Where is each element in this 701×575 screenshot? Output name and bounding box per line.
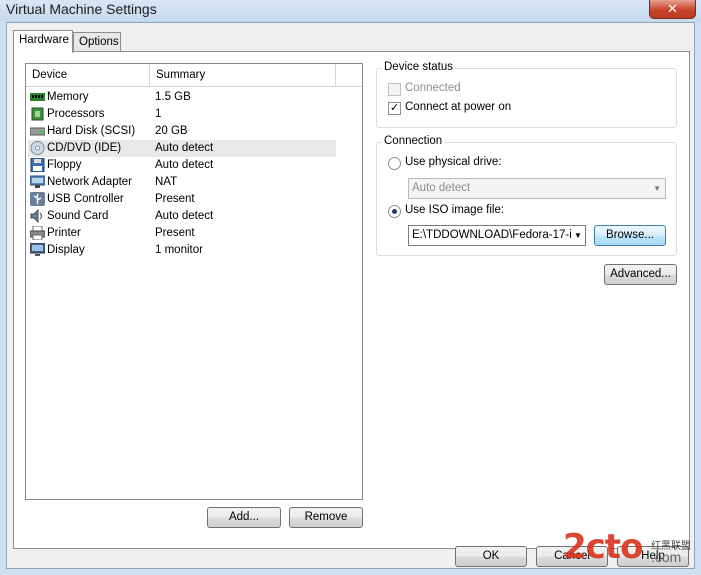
add-button-label: Add... [228,511,260,523]
device-summary: 20 GB [155,125,188,137]
use-iso-image-label: Use ISO image file: [405,204,505,216]
tab-hardware-label: Hardware [19,34,69,46]
processor-icon [31,107,44,121]
connection-legend: Connection [382,135,445,147]
advanced-button-label: Advanced... [610,268,671,280]
device-row-usb-controller[interactable]: USB Controller Present [28,191,336,208]
device-status-group: Device status Connected ✓ Connect at pow… [376,61,677,128]
device-summary: Present [155,193,195,205]
device-name: Printer [47,227,81,239]
dropdown-arrow-icon: ▼ [653,184,661,193]
watermark-brand: 2cto [563,527,643,567]
device-row-memory[interactable]: Memory 1.5 GB [28,89,336,106]
physical-drive-value: Auto detect [412,182,471,194]
tab-hardware[interactable]: Hardware [13,30,73,53]
floppy-icon [30,158,45,172]
device-name: Floppy [47,159,82,171]
browse-button-label: Browse... [606,229,654,241]
remove-button[interactable]: Remove [289,507,363,528]
use-physical-drive-radio[interactable] [388,157,401,170]
network-adapter-icon [30,175,45,188]
display-icon [30,243,45,256]
device-name: Network Adapter [47,176,133,188]
connected-checkbox[interactable] [388,83,401,96]
device-summary: Auto detect [155,210,214,222]
cd-dvd-icon [30,141,45,155]
use-physical-drive-label: Use physical drive: [405,156,502,168]
device-list[interactable]: Device Summary Memory 1.5 GB Processors … [25,63,363,500]
device-row-printer[interactable]: Printer Present [28,225,336,242]
device-list-header: Device Summary [26,64,362,87]
dropdown-arrow-icon[interactable]: ▼ [571,226,585,245]
browse-button[interactable]: Browse... [594,225,666,246]
device-summary: Present [155,227,195,239]
close-button[interactable]: ✕ [649,0,696,19]
iso-path-combo[interactable]: E:\TDDOWNLOAD\Fedora-17-i686 ▼ [408,225,586,246]
column-header-summary-label: Summary [156,69,206,81]
remove-button-label: Remove [304,511,348,523]
window-title: Virtual Machine Settings [6,1,157,17]
title-bar: Virtual Machine Settings ✕ [0,0,701,22]
device-row-display[interactable]: Display 1 monitor [28,242,336,259]
tab-options-label: Options [79,36,119,48]
device-row-floppy[interactable]: Floppy Auto detect [28,157,336,174]
ok-button[interactable]: OK [455,546,527,567]
device-summary: Auto detect [155,159,214,171]
device-name: Memory [47,91,89,103]
advanced-button[interactable]: Advanced... [604,264,677,285]
device-summary: 1.5 GB [155,91,191,103]
device-row-cd-dvd[interactable]: CD/DVD (IDE) Auto detect [28,140,336,157]
device-name: Sound Card [47,210,109,222]
connected-label: Connected [405,82,461,94]
device-name: Display [47,244,85,256]
column-header-summary[interactable]: Summary [150,64,336,86]
checkmark-icon: ✓ [389,102,400,114]
close-icon: ✕ [667,1,678,16]
add-button[interactable]: Add... [207,507,281,528]
usb-icon [30,192,45,206]
device-summary: 1 [155,108,162,120]
column-header-device-label: Device [32,69,68,81]
watermark-suffix: .com [651,549,682,565]
device-row-processors[interactable]: Processors 1 [28,106,336,123]
device-summary: Auto detect [155,142,214,154]
device-row-network-adapter[interactable]: Network Adapter NAT [28,174,336,191]
dialog: Hardware Options Device Summary Memory 1… [6,22,695,569]
watermark-logo: 2cto 红黑联盟 .com [563,527,701,571]
connect-at-power-on-checkbox[interactable]: ✓ [388,102,401,115]
device-name: Processors [47,108,105,120]
connection-group: Connection Use physical drive: Auto dete… [376,135,677,256]
printer-icon [30,226,45,240]
device-row-hard-disk[interactable]: Hard Disk (SCSI) 20 GB [28,123,336,140]
iso-path-value: E:\TDDOWNLOAD\Fedora-17-i686 [412,229,586,241]
physical-drive-select[interactable]: Auto detect ▼ [408,178,666,199]
device-status-legend: Device status [382,61,456,73]
device-row-sound-card[interactable]: Sound Card Auto detect [28,208,336,225]
device-name: Hard Disk (SCSI) [47,125,136,137]
hard-disk-icon [30,127,45,136]
connect-at-power-on-label: Connect at power on [405,101,512,113]
device-name: USB Controller [47,193,124,205]
radio-selected-dot [392,209,397,214]
column-header-device[interactable]: Device [26,64,150,86]
device-name: CD/DVD (IDE) [47,142,122,154]
ok-button-label: OK [482,550,500,562]
tab-options[interactable]: Options [73,32,121,51]
device-summary: 1 monitor [155,244,203,256]
memory-icon [30,93,45,101]
use-iso-image-radio[interactable] [388,205,401,218]
sound-card-icon [30,209,42,223]
device-summary: NAT [155,176,178,188]
